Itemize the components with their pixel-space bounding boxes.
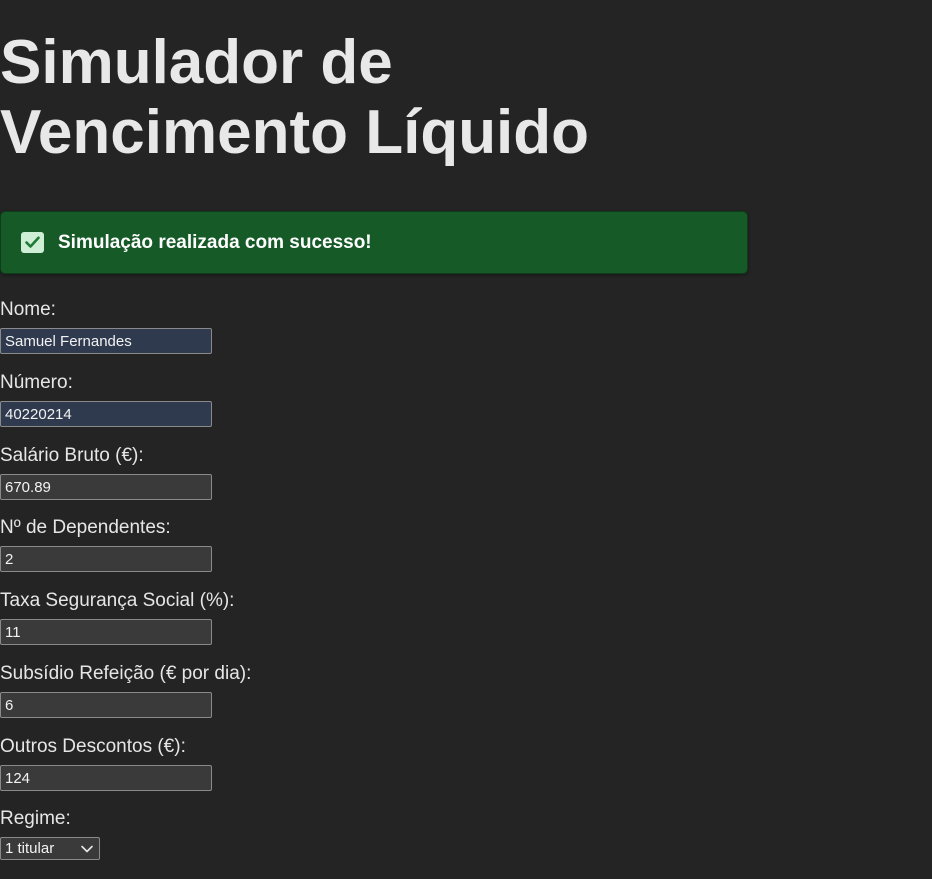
- field-numero: Número:: [0, 372, 212, 427]
- salario-label: Salário Bruto (€):: [0, 445, 144, 466]
- alert-message: Simulação realizada com sucesso!: [58, 231, 372, 253]
- nome-input[interactable]: [0, 328, 212, 354]
- field-nome: Nome:: [0, 299, 212, 354]
- chevron-down-icon: [81, 845, 93, 853]
- taxa-input[interactable]: [0, 619, 212, 645]
- numero-label: Número:: [0, 372, 73, 393]
- nome-label: Nome:: [0, 299, 56, 320]
- numero-input[interactable]: [0, 401, 212, 427]
- page: Simulador de Vencimento Líquido Simulaçã…: [0, 0, 932, 879]
- checkmark-icon: [21, 232, 44, 253]
- success-alert: Simulação realizada com sucesso!: [0, 211, 748, 274]
- field-regime: Regime: 1 titular: [0, 808, 100, 860]
- regime-selected-value: 1 titular: [5, 840, 55, 857]
- regime-select[interactable]: 1 titular: [0, 837, 100, 860]
- field-descontos: Outros Descontos (€):: [0, 736, 212, 791]
- field-taxa: Taxa Segurança Social (%):: [0, 590, 234, 645]
- dependentes-input[interactable]: [0, 546, 212, 572]
- descontos-label: Outros Descontos (€):: [0, 736, 186, 757]
- salario-input[interactable]: [0, 474, 212, 500]
- field-salario: Salário Bruto (€):: [0, 445, 212, 500]
- taxa-label: Taxa Segurança Social (%):: [0, 590, 235, 611]
- subsidio-label: Subsídio Refeição (€ por dia):: [0, 663, 252, 684]
- field-subsidio: Subsídio Refeição (€ por dia):: [0, 663, 251, 718]
- subsidio-input[interactable]: [0, 692, 212, 718]
- dependentes-label: Nº de Dependentes:: [0, 517, 171, 538]
- descontos-input[interactable]: [0, 765, 212, 791]
- field-dependentes: Nº de Dependentes:: [0, 517, 212, 572]
- page-title: Simulador de Vencimento Líquido: [0, 28, 590, 167]
- regime-label: Regime:: [0, 808, 71, 829]
